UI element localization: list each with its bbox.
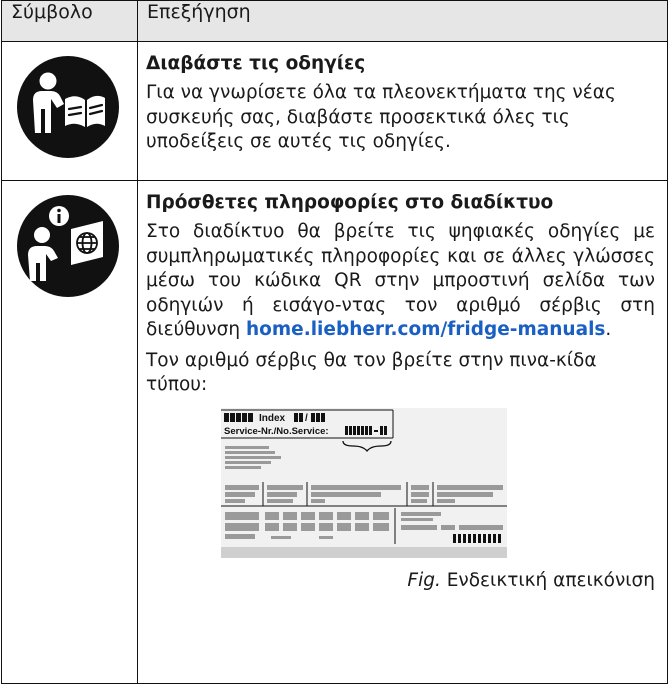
- explanation-cell: Διαβάστε τις οδηγίες Για να γνωρίσετε όλ…: [137, 41, 668, 181]
- manuals-link[interactable]: home.liebherr.com/fridge-manuals: [246, 319, 605, 340]
- caption-fig-label: Fig.: [407, 569, 441, 591]
- table-row: Πρόσθετες πληροφορίες στο διαδίκτυο Στο …: [1, 180, 668, 684]
- figure-caption: Fig. Ενδεικτική απεικόνιση: [146, 570, 655, 591]
- header-explanation: Επεξήγηση: [137, 0, 668, 42]
- symbol-cell: [1, 41, 138, 181]
- row-title: Πρόσθετες πληροφορίες στο διαδίκτυο: [146, 192, 554, 213]
- plate-index-label: Index: [259, 413, 286, 424]
- row-text: Στο διαδίκτυο θα βρείτε τις ψηφιακές οδη…: [146, 220, 655, 343]
- header-symbol: Σύμβολο: [1, 0, 138, 42]
- online-info-icon: [17, 195, 119, 297]
- caption-text: Ενδεικτική απεικόνιση: [446, 569, 655, 591]
- type-plate-illustration: Index / Service-Nr./No.Service:: [221, 407, 655, 562]
- table-header-row: Σύμβολο Επεξήγηση: [1, 0, 668, 42]
- table-row: Διαβάστε τις οδηγίες Για να γνωρίσετε όλ…: [1, 41, 668, 181]
- svg-text:/: /: [305, 413, 308, 424]
- row-title: Διαβάστε τις οδηγίες: [146, 53, 366, 74]
- row-text: Για να γνωρίσετε όλα τα πλεονεκτήματα τη…: [146, 82, 616, 152]
- explanation-cell: Πρόσθετες πληροφορίες στο διαδίκτυο Στο …: [137, 180, 668, 684]
- plate-service-label: Service-Nr./No.Service:: [224, 426, 329, 437]
- symbol-table: Σύμβολο Επεξήγηση Διαβάστε τις οδηγίες Γ…: [1, 0, 668, 684]
- read-instructions-icon: [17, 56, 119, 158]
- row-text-2: Τον αριθμό σέρβις θα τον βρείτε στην πιν…: [146, 349, 597, 396]
- symbol-cell: [1, 180, 138, 684]
- link-suffix: .: [605, 319, 612, 340]
